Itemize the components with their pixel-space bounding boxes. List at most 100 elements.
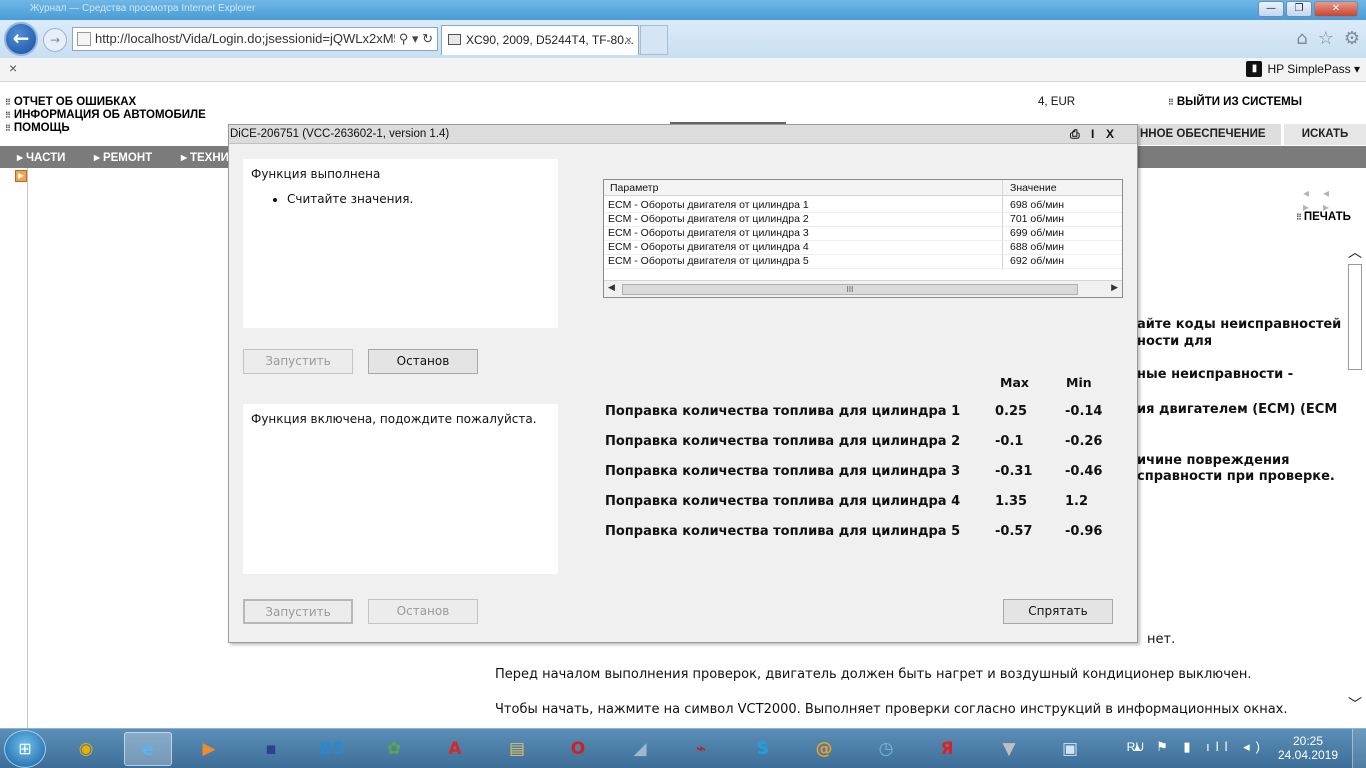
forward-arrow-icon: → <box>49 33 61 47</box>
stop-button-top[interactable]: Останов <box>368 349 478 374</box>
taskbar-skype-button[interactable]: S <box>739 732 787 766</box>
taskbar-clock-app-button[interactable]: ◷ <box>862 732 910 766</box>
scroll-left-icon[interactable]: ◀ <box>608 282 615 293</box>
internet-explorer-icon: e <box>142 740 154 760</box>
printer-icon[interactable]: ⎙ <box>1070 125 1080 144</box>
nav-tech[interactable]: ТЕХНИ <box>181 150 229 164</box>
pager-arrows[interactable]: ◂◂ ▸▸ <box>1303 186 1366 214</box>
table-row[interactable]: ECM - Обороты двигателя от цилиндра 5 69… <box>604 255 1122 269</box>
correction-max: -0.57 <box>995 524 1033 539</box>
hscroll-thumb[interactable]: III <box>622 284 1078 295</box>
taskbar-opera-button[interactable]: O <box>554 732 602 766</box>
close-window-button[interactable]: ✕ <box>1314 1 1358 17</box>
forward-button[interactable]: → <box>43 28 67 52</box>
taskbar-floppy-save-button[interactable]: ▪ <box>247 732 295 766</box>
taskbar-bs-player-button[interactable]: BS <box>308 732 356 766</box>
function-enabled-text: Функция включена, подождите пожалуйста. <box>251 412 537 426</box>
tab-software[interactable]: ННОЕ ОБЕСПЕЧЕНИЕ <box>1137 124 1283 145</box>
background-text: ные неисправности - <box>1137 367 1294 382</box>
table-horizontal-scrollbar[interactable]: ◀ III ▶ <box>604 280 1122 297</box>
stop-button-bottom[interactable]: Останов <box>368 599 478 624</box>
address-bar[interactable]: http://localhost/Vida/Login.do;jsessioni… <box>72 27 438 51</box>
taskbar-game-button[interactable]: ✿ <box>370 732 418 766</box>
table-row[interactable]: ECM - Обороты двигателя от цилиндра 1 69… <box>604 199 1122 213</box>
taskbar-yandex-button[interactable]: Я <box>923 732 971 766</box>
start-button-bottom[interactable]: Запустить <box>243 599 353 624</box>
taskbar-folder-button[interactable]: ▤ <box>493 732 541 766</box>
nav-parts[interactable]: ЧАСТИ <box>17 150 65 164</box>
page-scrollbar[interactable]: ︿ ﹀ <box>1346 242 1364 714</box>
maximize-button[interactable]: ❐ <box>1286 1 1312 17</box>
hp-simplepass-button[interactable]: ▮ HP SimplePass ▾ <box>1246 58 1360 80</box>
table-row[interactable]: ECM - Обороты двигателя от цилиндра 2 70… <box>604 213 1122 227</box>
home-icon[interactable]: ⌂ <box>1296 28 1307 49</box>
hp-simplepass-label: HP SimplePass ▾ <box>1267 62 1360 76</box>
clock[interactable]: 20:25 24.04.2019 <box>1276 734 1340 762</box>
correction-max: 1.35 <box>995 494 1028 509</box>
close-bar-icon[interactable]: × <box>9 60 17 76</box>
table-row[interactable]: ECM - Обороты двигателя от цилиндра 3 69… <box>604 227 1122 241</box>
yandex-icon: Я <box>940 739 954 759</box>
value-cell: 699 об/мин <box>1010 227 1065 239</box>
dialog-close-button[interactable]: X <box>1106 125 1114 144</box>
new-tab-button[interactable] <box>640 25 668 55</box>
status-panel-top: Функция выполнена Считайте значения. <box>243 159 558 328</box>
vida-top-menu: ОТЧЕТ ОБ ОШИБКАХ ИНФОРМАЦИЯ ОБ АВТОМОБИЛ… <box>5 96 206 135</box>
show-desktop-button[interactable] <box>1352 729 1366 768</box>
minimize-button[interactable]: — <box>1258 1 1284 17</box>
tab-search[interactable]: ИСКАТЬ <box>1284 124 1366 145</box>
scroll-down-icon[interactable]: ﹀ <box>1348 694 1362 714</box>
back-button[interactable]: ← <box>4 22 38 56</box>
taskbar-usb-tool-button[interactable]: ▼ <box>985 732 1033 766</box>
tab-close-icon[interactable]: × <box>625 26 632 54</box>
column-header-parameter[interactable]: Параметр <box>610 182 658 194</box>
correction-row: Поправка количества топлива для цилиндра… <box>605 464 1125 482</box>
column-header-value[interactable]: Значение <box>1010 182 1057 194</box>
menu-error-report[interactable]: ОТЧЕТ ОБ ОШИБКАХ <box>5 96 206 109</box>
settings-gear-icon[interactable]: ⚙ <box>1344 28 1360 49</box>
media-player-icon: ▶ <box>202 739 216 759</box>
clock-date: 24.04.2019 <box>1277 748 1339 762</box>
address-bar-icons[interactable]: ⚲ ▾ ↻ <box>394 28 433 50</box>
dialog-info-button[interactable]: I <box>1091 125 1094 144</box>
taskbar-internet-explorer-button[interactable]: e <box>124 732 172 766</box>
read-values-bullet: Считайте значения. <box>287 192 550 206</box>
nav-repair[interactable]: РЕМОНТ <box>94 150 152 164</box>
expand-arrow-icon[interactable]: ▶ <box>15 170 27 182</box>
opera-icon: O <box>570 739 586 759</box>
left-side-strip: ▶ <box>14 168 28 728</box>
table-row[interactable]: ECM - Обороты двигателя от цилиндра 4 68… <box>604 241 1122 255</box>
taskbar-media-player-button[interactable]: ▶ <box>185 732 233 766</box>
logout-link[interactable]: ВЫЙТИ ИЗ СИСТЕМЫ <box>1168 96 1302 108</box>
background-text: справности при проверке. <box>1137 469 1335 484</box>
taskbar-scanner-button[interactable]: ◢ <box>616 732 664 766</box>
scroll-right-icon[interactable]: ▶ <box>1111 282 1118 293</box>
dialog-title-bar: DiCE-206751 (VCC-263602-1, version 1.4) … <box>229 125 1137 144</box>
background-text: ичине повреждения <box>1137 453 1290 468</box>
correction-max: -0.31 <box>995 464 1033 479</box>
taskbar-mail-agent-button[interactable]: @ <box>800 732 848 766</box>
background-text: айте коды неисправностей <box>1137 317 1342 332</box>
param-cell: ECM - Обороты двигателя от цилиндра 5 <box>608 255 809 267</box>
start-button[interactable]: ⊞ <box>4 730 46 768</box>
taskbar-vida-window-button[interactable]: ▣ <box>1046 732 1094 766</box>
taskbar-chrome-button[interactable]: ◉ <box>62 732 110 766</box>
browser-tab-active[interactable]: XC90, 2009, D5244T4, TF-80... × <box>441 25 639 55</box>
hide-button[interactable]: Спрятать <box>1003 599 1113 624</box>
taskbar-autocad-button[interactable]: A <box>431 732 479 766</box>
status-panel-bottom: Функция включена, подождите пожалуйста. <box>243 404 558 574</box>
start-button-top[interactable]: Запустить <box>243 349 353 374</box>
menu-help[interactable]: ПОМОЩЬ <box>5 122 206 135</box>
favorites-star-icon[interactable]: ☆ <box>1318 28 1334 49</box>
print-link[interactable]: ПЕЧАТЬ <box>1296 211 1351 223</box>
menu-vehicle-info[interactable]: ИНФОРМАЦИЯ ОБ АВТОМОБИЛЕ <box>5 109 206 122</box>
scrollbar-thumb[interactable] <box>1348 264 1362 370</box>
clock-time: 20:25 <box>1292 734 1324 748</box>
back-arrow-icon: ← <box>12 26 30 50</box>
command-bar: × ▮ HP SimplePass ▾ <box>0 58 1366 82</box>
correction-min: -0.96 <box>1065 524 1103 539</box>
value-cell: 692 об/мин <box>1010 255 1065 267</box>
tray-icons[interactable]: ▴ ⚑ ▮ ıll ◂) <box>1134 739 1266 755</box>
scroll-up-icon[interactable]: ︿ <box>1348 242 1362 262</box>
taskbar-acrobat-button[interactable]: ⌁ <box>677 732 725 766</box>
